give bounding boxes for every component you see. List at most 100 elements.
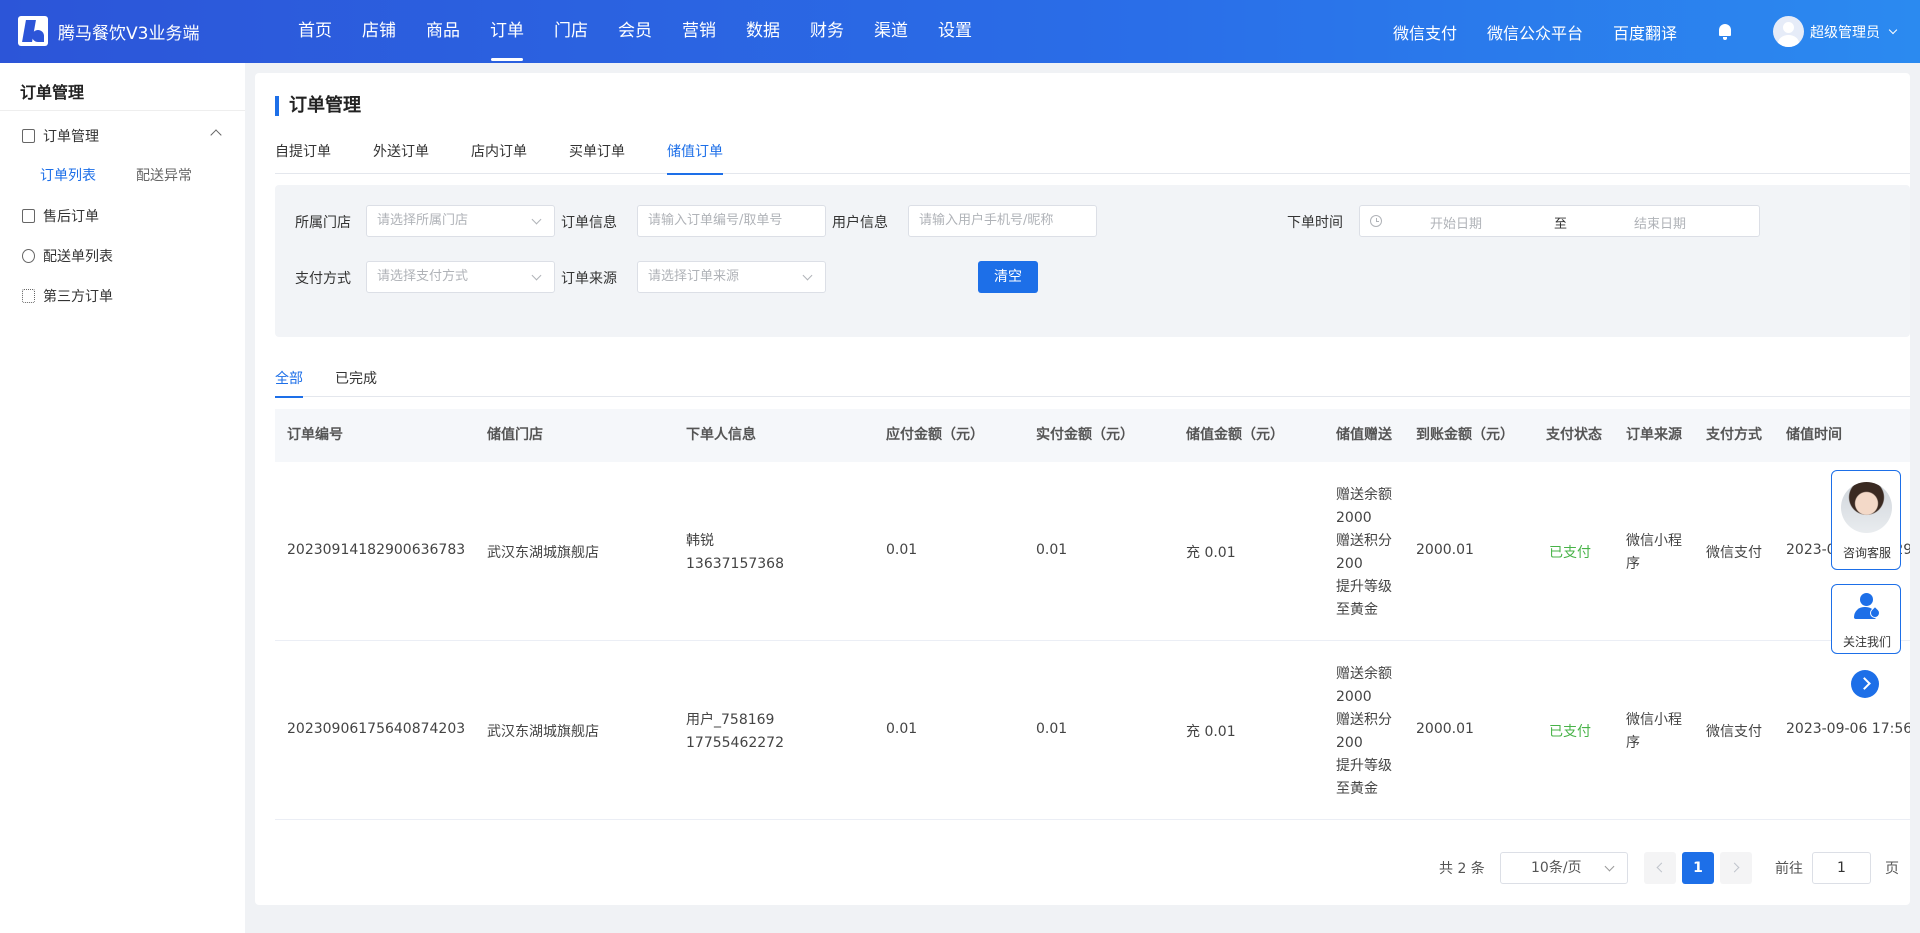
order-info-input[interactable]: 请输入订单编号/取单号 xyxy=(637,205,826,237)
tab-all[interactable]: 全部 xyxy=(275,368,303,398)
end-date-input[interactable]: 结束日期 xyxy=(1634,213,1686,232)
cell-order-no: 20230914182900636783 xyxy=(287,542,466,558)
nav-goods[interactable]: 商品 xyxy=(411,0,475,63)
nav-settings[interactable]: 设置 xyxy=(923,0,987,63)
customer-service-label: 咨询客服 xyxy=(1842,546,1891,560)
sidebar-item-label: 订单管理 xyxy=(43,129,99,145)
nav-marketing[interactable]: 营销 xyxy=(667,0,731,63)
sidebar-item-after-sale[interactable]: 售后订单 xyxy=(22,206,99,226)
tab-delivery-orders[interactable]: 外送订单 xyxy=(373,141,429,174)
goto-page-input[interactable]: 1 xyxy=(1812,852,1871,884)
nav-shop[interactable]: 店铺 xyxy=(347,0,411,63)
nav-stores[interactable]: 门店 xyxy=(539,0,603,63)
orders-table: 订单编号 储值门店 下单人信息 应付金额（元） 实付金额（元） 储值金额（元） … xyxy=(275,409,1910,820)
top-header: 腾马餐饮V3业务端 首页 店铺 商品 订单 门店 会员 营销 数据 财务 渠道 … xyxy=(0,0,1920,63)
table-header: 订单编号 储值门店 下单人信息 应付金额（元） 实付金额（元） 储值金额（元） … xyxy=(275,409,1910,462)
cell-pay-method: 微信支付 xyxy=(1706,545,1762,561)
sidebar-item-label: 第三方订单 xyxy=(43,289,113,305)
sidebar-subitem-order-list[interactable]: 订单列表 xyxy=(40,165,96,185)
sidebar-item-third-party[interactable]: 第三方订单 xyxy=(22,286,113,306)
link-wechat-pay[interactable]: 微信支付 xyxy=(1393,20,1457,44)
pay-method-label: 支付方式 xyxy=(295,271,351,287)
tab-pickup-orders[interactable]: 自提订单 xyxy=(275,141,331,174)
nav-orders[interactable]: 订单 xyxy=(475,0,539,63)
cell-user-phone: 17755462272 xyxy=(686,735,784,751)
col-arrival: 到账金额（元） xyxy=(1416,427,1514,443)
cell-user-name: 韩锐 xyxy=(686,533,714,549)
order-time-range[interactable]: 开始日期 至 结束日期 xyxy=(1359,205,1760,237)
nav-channels[interactable]: 渠道 xyxy=(859,0,923,63)
store-label: 所属门店 xyxy=(295,215,351,231)
page-title: 订单管理 xyxy=(275,96,361,116)
tab-pay-bill-orders[interactable]: 买单订单 xyxy=(569,141,625,174)
tab-stored-value-orders[interactable]: 储值订单 xyxy=(667,141,723,175)
sidebar-title: 订单管理 xyxy=(20,83,85,102)
sidebar-item-order-management[interactable]: 订单管理 xyxy=(22,126,99,146)
avatar xyxy=(1773,16,1804,47)
follow-us-label: 关注我们 xyxy=(1842,635,1891,649)
clear-button[interactable]: 清空 xyxy=(978,261,1038,293)
cell-gift-line: 至黄金 xyxy=(1336,602,1378,618)
cell-gift-line: 赠送积分 xyxy=(1336,533,1392,549)
sidebar-item-delivery-list[interactable]: 配送单列表 xyxy=(22,246,113,266)
delivery-icon xyxy=(22,249,35,263)
sidebar-subitem-delivery-exception[interactable]: 配送异常 xyxy=(136,165,192,185)
service-agent-avatar xyxy=(1841,482,1892,533)
table-row[interactable]: 20230914182900636783 武汉东湖城旗舰店 韩锐 1363715… xyxy=(275,462,1910,641)
cell-store: 武汉东湖城旗舰店 xyxy=(487,724,599,740)
main-card: 订单管理 自提订单 外送订单 店内订单 买单订单 储值订单 所属门店 请选择所属… xyxy=(255,73,1910,905)
follow-user-icon xyxy=(1854,593,1883,621)
cell-user-phone: 13637157368 xyxy=(686,556,784,572)
table-row[interactable]: 20230906175640874203 武汉东湖城旗舰店 用户_758169 … xyxy=(275,641,1910,820)
tab-dine-in-orders[interactable]: 店内订单 xyxy=(471,141,527,174)
order-info-label: 订单信息 xyxy=(561,215,617,231)
brand[interactable]: 腾马餐饮V3业务端 xyxy=(18,16,199,46)
nav-home[interactable]: 首页 xyxy=(283,0,347,63)
cell-order-no: 20230906175640874203 xyxy=(287,721,466,737)
cell-gift-line: 赠送积分 xyxy=(1336,712,1392,728)
page-size-select[interactable]: 10条/页 xyxy=(1500,852,1628,884)
bell-icon[interactable] xyxy=(1717,23,1733,40)
user-info-input[interactable]: 请输入用户手机号/昵称 xyxy=(908,205,1097,237)
customer-service-button[interactable]: 咨询客服 xyxy=(1831,470,1901,570)
cell-gift-line: 至黄金 xyxy=(1336,781,1378,797)
clock-icon xyxy=(1370,215,1382,227)
col-gift: 储值赠送 xyxy=(1336,427,1392,443)
page-number-button[interactable]: 1 xyxy=(1682,852,1714,884)
brand-logo-icon xyxy=(18,16,48,46)
store-select[interactable]: 请选择所属门店 xyxy=(366,205,555,237)
prev-page-button[interactable] xyxy=(1644,852,1676,884)
link-wechat-mp[interactable]: 微信公众平台 xyxy=(1487,20,1583,44)
cell-payable: 0.01 xyxy=(886,721,918,737)
nav-finance[interactable]: 财务 xyxy=(795,0,859,63)
order-source-select[interactable]: 请选择订单来源 xyxy=(637,261,826,293)
goto-label: 前往 xyxy=(1775,861,1803,877)
nav-data[interactable]: 数据 xyxy=(731,0,795,63)
order-type-tabs: 自提订单 外送订单 店内订单 买单订单 储值订单 xyxy=(275,141,1910,175)
chevron-up-icon[interactable] xyxy=(210,129,222,141)
user-menu[interactable]: 超级管理员 xyxy=(1773,16,1898,47)
sidebar-item-label: 售后订单 xyxy=(43,209,99,225)
sidebar: 订单管理 订单管理 订单列表 配送异常 售后订单 配送单列表 第三方订单 xyxy=(0,63,245,933)
col-user: 下单人信息 xyxy=(686,427,756,443)
chevron-right-icon[interactable] xyxy=(1851,670,1879,698)
cell-status: 已支付 xyxy=(1549,724,1591,740)
next-page-button[interactable] xyxy=(1720,852,1752,884)
follow-us-button[interactable]: 关注我们 xyxy=(1831,584,1901,654)
cell-store: 武汉东湖城旗舰店 xyxy=(487,545,599,561)
cell-arrival: 2000.01 xyxy=(1416,721,1474,737)
pay-method-select[interactable]: 请选择支付方式 xyxy=(366,261,555,293)
filter-panel: 所属门店 请选择所属门店 订单信息 请输入订单编号/取单号 用户信息 请输入用户… xyxy=(275,185,1910,337)
nav-members[interactable]: 会员 xyxy=(603,0,667,63)
range-separator: 至 xyxy=(1554,217,1568,232)
cell-paid: 0.01 xyxy=(1036,542,1068,558)
col-order-no: 订单编号 xyxy=(287,427,343,443)
chevron-down-icon xyxy=(1888,25,1898,34)
tab-completed[interactable]: 已完成 xyxy=(335,368,377,397)
user-info-label: 用户信息 xyxy=(832,215,888,231)
status-tabs: 全部 已完成 xyxy=(275,368,1910,398)
link-baidu-translate[interactable]: 百度翻译 xyxy=(1613,20,1677,44)
cell-source: 微信小程序 xyxy=(1626,533,1682,572)
cell-gift-line: 2000 xyxy=(1336,510,1372,526)
start-date-input[interactable]: 开始日期 xyxy=(1430,213,1482,232)
